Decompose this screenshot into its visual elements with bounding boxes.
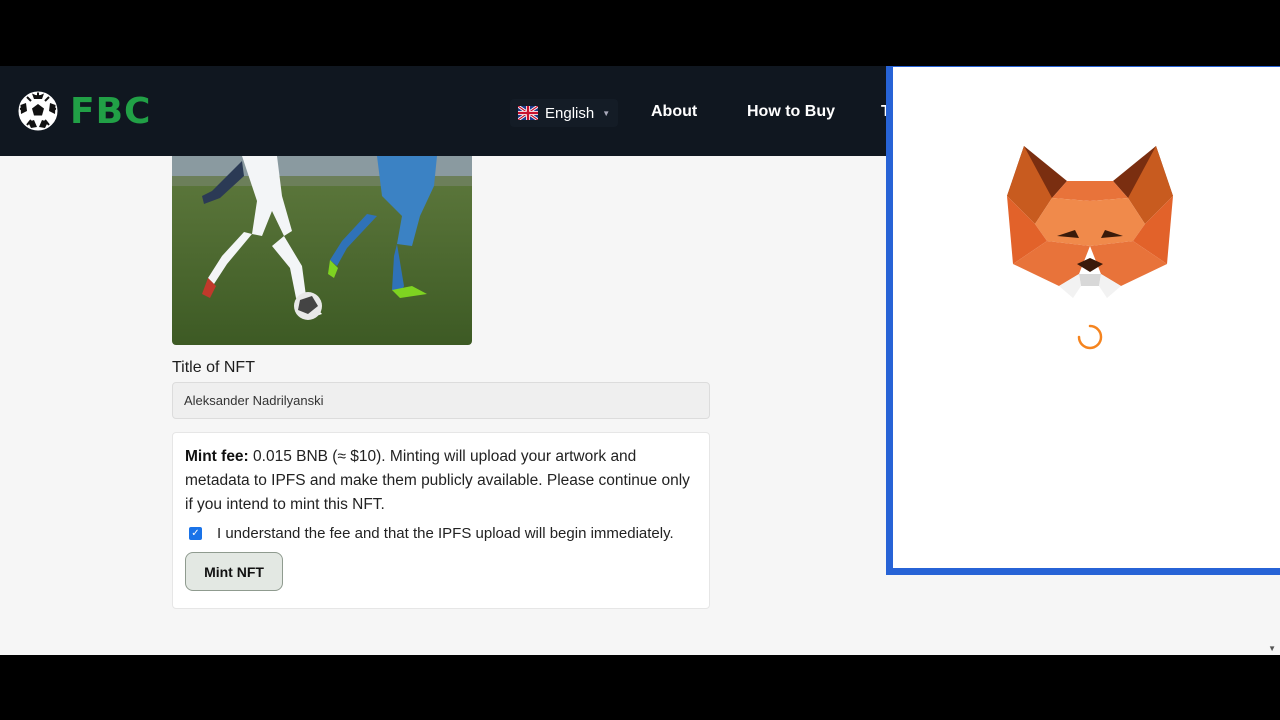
checkmark-icon: ✓ bbox=[191, 527, 200, 539]
consent-label: I understand the fee and that the IPFS u… bbox=[217, 525, 674, 542]
loading-spinner-icon bbox=[1077, 324, 1103, 350]
consent-row: ✓ I understand the fee and that the IPFS… bbox=[185, 525, 697, 542]
brand-name: FBC bbox=[70, 90, 152, 132]
nft-artwork-image bbox=[172, 156, 472, 345]
language-selector[interactable]: English ▼ bbox=[510, 99, 619, 127]
nav-how-to-buy[interactable]: How to Buy bbox=[747, 103, 835, 121]
consent-checkbox[interactable]: ✓ bbox=[189, 527, 202, 540]
soccer-ball-icon bbox=[18, 91, 58, 131]
metamask-fox-icon bbox=[1007, 146, 1173, 298]
metamask-popup bbox=[886, 66, 1280, 575]
nft-title-input[interactable] bbox=[172, 382, 710, 419]
mint-fee-card: Mint fee: 0.015 BNB (≈ $10). Minting wil… bbox=[172, 432, 710, 609]
nft-title-label: Title of NFT bbox=[172, 359, 255, 376]
uk-flag-icon bbox=[518, 106, 538, 120]
mint-fee-text: 0.015 BNB (≈ $10). Minting will upload y… bbox=[185, 448, 690, 513]
brand[interactable]: FBC bbox=[18, 90, 151, 132]
chevron-down-icon: ▼ bbox=[602, 108, 611, 118]
letterbox-top bbox=[0, 0, 1280, 66]
mint-fee-label: Mint fee: bbox=[185, 448, 249, 465]
soccer-players-photo bbox=[172, 156, 472, 345]
mint-fee-notice: Mint fee: 0.015 BNB (≈ $10). Minting wil… bbox=[185, 445, 697, 517]
mint-nft-button[interactable]: Mint NFT bbox=[185, 552, 283, 591]
letterbox-bottom bbox=[0, 655, 1280, 720]
nav-about[interactable]: About bbox=[651, 103, 697, 121]
scroll-down-arrow-icon[interactable]: ▼ bbox=[1268, 644, 1276, 653]
language-label: English bbox=[545, 104, 595, 122]
